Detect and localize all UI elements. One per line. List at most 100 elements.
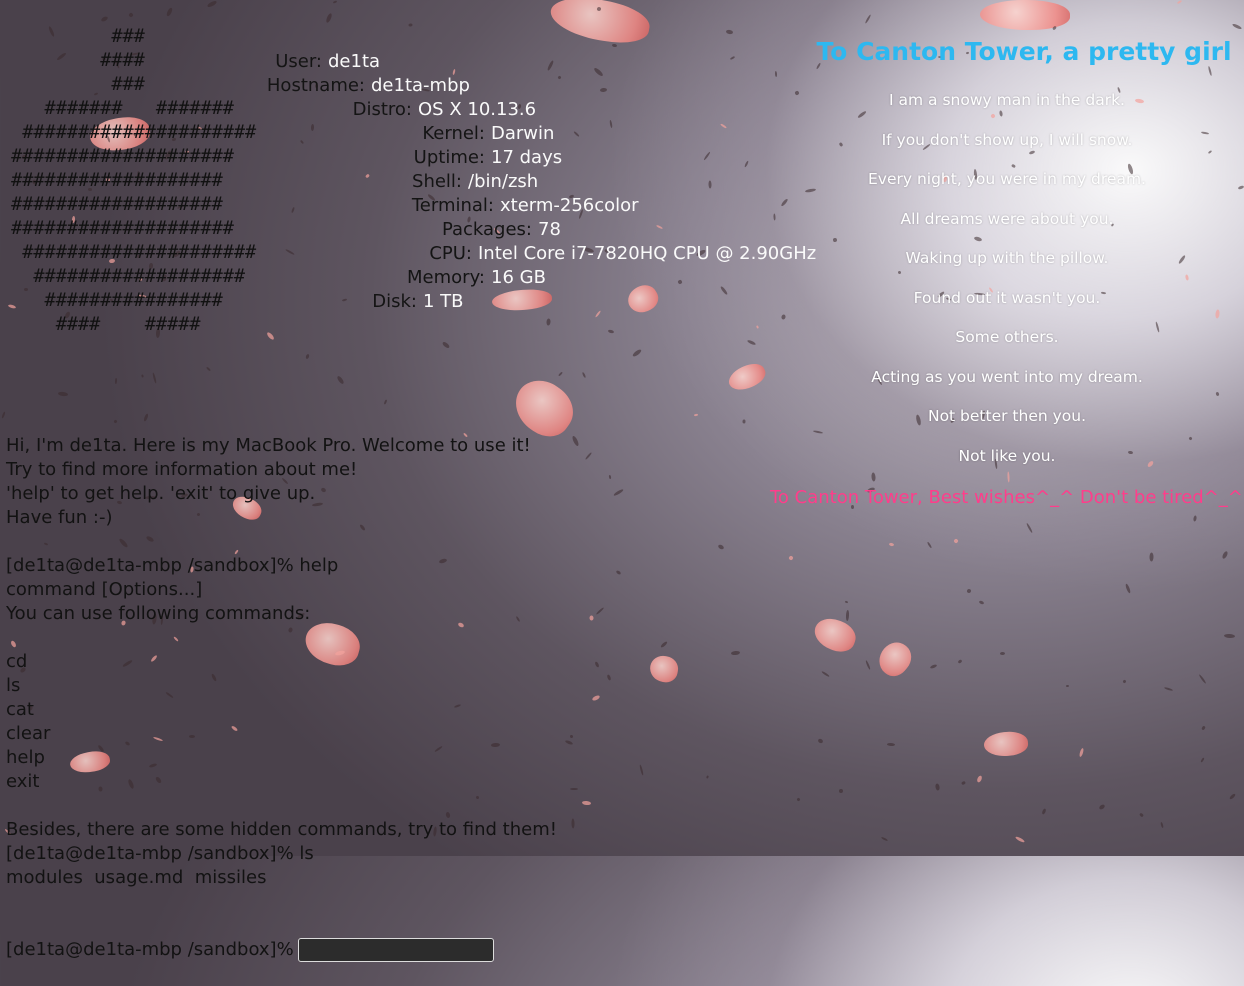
speck xyxy=(557,75,562,80)
speck xyxy=(336,375,345,385)
speck xyxy=(703,151,711,161)
speck xyxy=(660,640,668,649)
speck xyxy=(706,775,709,779)
speck xyxy=(865,660,871,670)
speck xyxy=(1201,725,1206,731)
speck xyxy=(569,734,574,739)
speck xyxy=(961,780,966,786)
speck xyxy=(615,569,622,576)
speck xyxy=(613,488,624,497)
terminal-line: help xyxy=(6,747,45,768)
speck xyxy=(1228,793,1237,800)
speck xyxy=(1014,835,1026,844)
speck xyxy=(609,119,613,129)
speck xyxy=(1139,812,1144,818)
poem-line: Found out it wasn't you. xyxy=(913,288,1101,307)
speck xyxy=(744,160,749,168)
speck xyxy=(742,419,746,424)
speck xyxy=(926,541,933,549)
sysinfo-key: Hostname: xyxy=(266,75,365,96)
speck xyxy=(114,377,118,385)
sysinfo-value: OS X 10.13.6 xyxy=(418,99,537,120)
terminal-line: Besides, there are some hidden commands,… xyxy=(6,819,557,840)
terminal-line: ls xyxy=(6,675,21,696)
speck xyxy=(581,800,592,806)
speck xyxy=(607,329,615,334)
speck xyxy=(589,615,594,621)
sysinfo-value: xterm-256color xyxy=(500,195,639,216)
speck xyxy=(1149,552,1154,562)
speck xyxy=(639,764,644,776)
speck xyxy=(100,15,109,23)
sysinfo-value: /bin/zsh xyxy=(468,171,539,192)
speck xyxy=(864,14,872,24)
sysinfo-key: Disk: xyxy=(372,291,417,312)
terminal-line: Hi, I'm de1ta. Here is my MacBook Pro. W… xyxy=(6,435,531,456)
speck xyxy=(966,588,972,594)
speck xyxy=(631,348,643,358)
terminal-line: exit xyxy=(6,771,40,792)
speck xyxy=(1160,821,1164,829)
terminal-line: clear xyxy=(6,723,51,744)
speck xyxy=(1231,23,1243,30)
speck xyxy=(1198,673,1207,685)
terminal-line: 'help' to get help. 'exit' to give up. xyxy=(6,483,316,504)
speck xyxy=(817,738,824,744)
poem-line: Some others. xyxy=(955,328,1059,346)
speck xyxy=(1065,684,1070,688)
wishes-text: To Canton Tower, Best wishes^_^ Don't be… xyxy=(770,487,1243,508)
speck xyxy=(708,180,712,189)
terminal-prompt: [de1ta@de1ta-mbp /sandbox]% xyxy=(6,939,294,960)
speck xyxy=(558,371,563,377)
petal xyxy=(872,636,918,682)
speck xyxy=(1025,522,1034,534)
speck xyxy=(729,55,736,61)
terminal-line: [de1ta@de1ta-mbp /sandbox]% ls xyxy=(6,843,314,864)
speck xyxy=(1221,550,1229,560)
sysinfo-key: Packages: xyxy=(441,219,532,240)
terminal-output: Hi, I'm de1ta. Here is my MacBook Pro. W… xyxy=(6,386,557,986)
poem-line: Every night, you were in my dream. xyxy=(867,170,1146,188)
speck xyxy=(594,661,600,668)
speck xyxy=(611,43,618,48)
speck xyxy=(845,609,850,622)
speck xyxy=(886,742,896,747)
speck xyxy=(408,23,413,27)
petal xyxy=(547,0,653,49)
sysinfo-value: 78 xyxy=(538,219,561,240)
speck xyxy=(976,774,983,784)
speck xyxy=(1041,808,1047,815)
poem-lines: I am a snowy man in the dark. If you don'… xyxy=(770,90,1244,485)
terminal-line: modules usage.md missiles xyxy=(6,867,267,888)
speck xyxy=(606,674,612,681)
speck xyxy=(584,451,593,461)
speck xyxy=(165,7,174,17)
speck xyxy=(957,659,963,664)
speck xyxy=(581,371,587,379)
petal xyxy=(647,653,681,685)
speck xyxy=(570,788,578,790)
speck xyxy=(929,663,938,670)
command-input[interactable] xyxy=(297,938,494,962)
poem-line: If you don't show up, I will snow. xyxy=(881,130,1133,149)
petal xyxy=(725,359,769,395)
petal xyxy=(491,287,553,313)
speck xyxy=(128,12,134,18)
speck xyxy=(978,600,985,605)
speck xyxy=(305,353,310,360)
speck xyxy=(693,413,699,417)
sysinfo-value: 1 TB xyxy=(423,291,464,312)
terminal-prompt-row: [de1ta@de1ta-mbp /sandbox]% xyxy=(6,938,557,962)
sysinfo-value: 16 GB xyxy=(491,267,546,288)
sysinfo-key: Kernel: xyxy=(422,123,485,144)
speck xyxy=(999,651,1006,656)
poem-line: Not like you. xyxy=(958,446,1056,465)
speck xyxy=(1124,583,1132,594)
speck xyxy=(141,374,144,378)
poem-line: Waking up with the pillow. xyxy=(905,249,1109,267)
speck xyxy=(934,783,941,791)
speck xyxy=(546,318,551,326)
speck xyxy=(888,542,895,547)
speck xyxy=(1176,0,1183,5)
